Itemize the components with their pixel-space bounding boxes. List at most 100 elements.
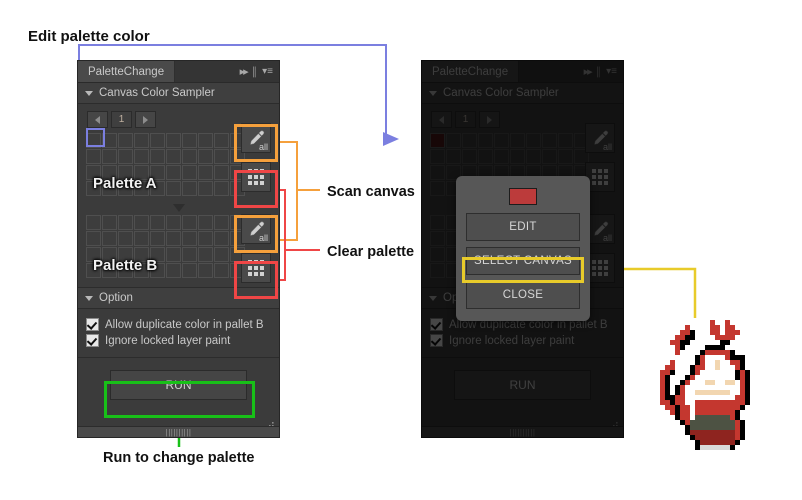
checkbox-icon[interactable]: [86, 318, 99, 331]
palette-b-grid[interactable]: [86, 215, 245, 278]
palette-change-panel-left[interactable]: PaletteChange ▸▸ ∥ ▾≡ Canvas Color Sampl…: [77, 60, 280, 438]
palette-cell[interactable]: [430, 133, 445, 148]
checkbox-icon[interactable]: [430, 318, 443, 331]
option-row[interactable]: Allow duplicate color in pallet B: [86, 318, 279, 331]
clear-palette-button-a[interactable]: [241, 162, 271, 192]
palette-cell[interactable]: [134, 133, 149, 148]
palette-cell[interactable]: [182, 133, 197, 148]
palette-cell[interactable]: [134, 215, 149, 230]
palette-a-grid[interactable]: [86, 133, 245, 196]
palette-cell[interactable]: [430, 247, 445, 262]
palette-cell[interactable]: [446, 133, 461, 148]
next-page-button[interactable]: [135, 111, 156, 128]
double-chevron-icon[interactable]: ▸▸: [240, 65, 249, 78]
palette-cell[interactable]: [542, 133, 557, 148]
palette-cell[interactable]: [118, 165, 133, 180]
palette-cell[interactable]: [86, 181, 101, 196]
palette-cell[interactable]: [86, 165, 101, 180]
palette-cell[interactable]: [198, 133, 213, 148]
clear-palette-button-b[interactable]: [241, 253, 271, 283]
checkbox-icon[interactable]: [430, 334, 443, 347]
run-button[interactable]: RUN: [110, 370, 247, 400]
next-page-button[interactable]: [479, 111, 500, 128]
palette-cell[interactable]: [86, 247, 101, 262]
panel-menu-icon[interactable]: ▾≡: [262, 66, 273, 77]
checkbox-icon[interactable]: [86, 334, 99, 347]
double-chevron-icon[interactable]: ▸▸: [584, 65, 593, 78]
palette-cell[interactable]: [134, 263, 149, 278]
color-action-dialog[interactable]: EDIT SELECT CANVAS CLOSE: [456, 176, 590, 321]
palette-cell[interactable]: [182, 263, 197, 278]
palette-cell[interactable]: [214, 165, 229, 180]
palette-cell[interactable]: [118, 215, 133, 230]
palette-cell[interactable]: [478, 149, 493, 164]
scan-canvas-button-a[interactable]: all: [241, 123, 271, 153]
palette-cell[interactable]: [198, 215, 213, 230]
palette-cell[interactable]: [182, 231, 197, 246]
panel-menu-icon[interactable]: ▾≡: [606, 66, 617, 77]
dialog-button-select-canvas[interactable]: SELECT CANVAS: [466, 247, 580, 275]
dialog-button-close[interactable]: CLOSE: [466, 281, 580, 309]
palette-cell[interactable]: [462, 133, 477, 148]
palette-cell[interactable]: [166, 133, 181, 148]
palette-cell[interactable]: [166, 247, 181, 262]
palette-cell[interactable]: [198, 165, 213, 180]
palette-cell[interactable]: [510, 149, 525, 164]
palette-cell[interactable]: [134, 231, 149, 246]
palette-cell[interactable]: [102, 215, 117, 230]
palette-cell[interactable]: [134, 165, 149, 180]
palette-cell[interactable]: [150, 231, 165, 246]
palette-cell[interactable]: [214, 133, 229, 148]
palette-cell[interactable]: [542, 149, 557, 164]
palette-cell[interactable]: [494, 133, 509, 148]
palette-cell[interactable]: [166, 149, 181, 164]
palette-cell[interactable]: [198, 263, 213, 278]
palette-cell[interactable]: [102, 263, 117, 278]
palette-cell[interactable]: [526, 133, 541, 148]
dialog-button-edit[interactable]: EDIT: [466, 213, 580, 241]
palette-cell[interactable]: [430, 149, 445, 164]
tab-palette-change[interactable]: PaletteChange: [422, 61, 520, 82]
run-button[interactable]: RUN: [454, 370, 591, 400]
palette-cell[interactable]: [118, 247, 133, 262]
tab-palette-change[interactable]: PaletteChange: [78, 61, 176, 82]
palette-cell[interactable]: [150, 133, 165, 148]
palette-cell[interactable]: [214, 181, 229, 196]
palette-cell[interactable]: [150, 181, 165, 196]
palette-cell[interactable]: [102, 247, 117, 262]
palette-cell[interactable]: [86, 149, 101, 164]
palette-cell[interactable]: [558, 149, 573, 164]
palette-cell[interactable]: [134, 181, 149, 196]
palette-cell[interactable]: [430, 263, 445, 278]
section-canvas-color-sampler[interactable]: Canvas Color Sampler: [78, 83, 279, 104]
palette-cell[interactable]: [118, 263, 133, 278]
panel-status-bar[interactable]: ||||||||||: [422, 426, 623, 437]
palette-cell[interactable]: [102, 133, 117, 148]
palette-cell[interactable]: [182, 215, 197, 230]
palette-cell[interactable]: [150, 165, 165, 180]
palette-cell[interactable]: [494, 149, 509, 164]
palette-cell[interactable]: [198, 247, 213, 262]
palette-cell[interactable]: [150, 215, 165, 230]
palette-cell[interactable]: [214, 263, 229, 278]
palette-cell[interactable]: [462, 149, 477, 164]
palette-cell[interactable]: [430, 165, 445, 180]
palette-cell[interactable]: [214, 215, 229, 230]
palette-cell[interactable]: [558, 133, 573, 148]
palette-cell[interactable]: [150, 247, 165, 262]
palette-cell[interactable]: [526, 149, 541, 164]
section-canvas-color-sampler[interactable]: Canvas Color Sampler: [422, 83, 623, 104]
palette-cell[interactable]: [214, 231, 229, 246]
scan-canvas-button-b[interactable]: all: [241, 214, 271, 244]
palette-cell[interactable]: [134, 247, 149, 262]
scan-canvas-button-a[interactable]: all: [585, 123, 615, 153]
palette-cell[interactable]: [102, 165, 117, 180]
palette-cell[interactable]: [166, 231, 181, 246]
palette-cell[interactable]: [214, 247, 229, 262]
palette-cell[interactable]: [118, 231, 133, 246]
palette-cell[interactable]: [102, 181, 117, 196]
palette-cell[interactable]: [118, 149, 133, 164]
palette-cell[interactable]: [478, 133, 493, 148]
palette-cell[interactable]: [430, 181, 445, 196]
palette-cell[interactable]: [198, 181, 213, 196]
